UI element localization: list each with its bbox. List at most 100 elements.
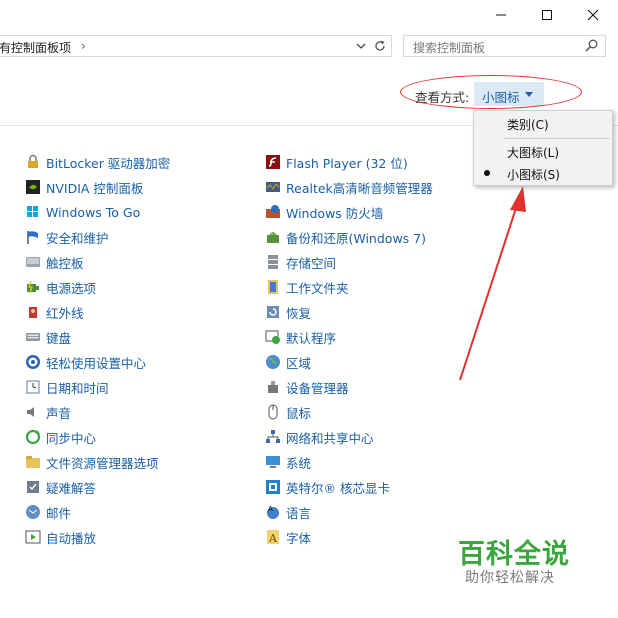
sync-icon — [25, 429, 41, 445]
search-input[interactable]: 搜索控制面板 — [413, 39, 485, 56]
control-panel-item[interactable]: 设备管理器 — [265, 377, 349, 397]
autoplay-icon — [25, 529, 41, 545]
control-panel-item-label: Realtek高清晰音频管理器 — [286, 180, 433, 196]
annotation-arrow-icon — [459, 186, 526, 381]
default-programs-icon — [265, 329, 281, 345]
close-button[interactable] — [570, 0, 616, 30]
control-panel-item[interactable]: 区域 — [265, 352, 311, 372]
control-panel-item[interactable]: 工作文件夹 — [265, 277, 349, 297]
minimize-icon — [496, 14, 506, 16]
maximize-button[interactable] — [524, 0, 570, 30]
search-icon[interactable] — [585, 39, 598, 55]
control-panel-item[interactable]: Windows To Go — [25, 202, 140, 222]
control-panel-item[interactable]: 轻松使用设置中心 — [25, 352, 146, 372]
control-panel-item-label: 存储空间 — [286, 255, 337, 271]
control-panel-item[interactable]: 红外线 — [25, 302, 84, 322]
address-path[interactable]: 有控制面板项 — [0, 39, 71, 56]
control-panel-item[interactable]: 声音 — [25, 402, 71, 422]
control-panel-item-label: 默认程序 — [286, 330, 337, 346]
bitlocker-icon — [25, 154, 41, 170]
control-panel-item[interactable]: Flash Player (32 位) — [265, 152, 408, 172]
control-panel-item-label: 日期和时间 — [46, 380, 109, 396]
mail-icon — [25, 504, 41, 520]
control-panel-item[interactable]: Realtek高清晰音频管理器 — [265, 177, 433, 197]
control-panel-item-label: 备份和还原(Windows 7) — [286, 230, 426, 246]
control-panel-item-label: 英特尔® 核芯显卡 — [286, 480, 390, 496]
network-icon — [265, 429, 281, 445]
watermark-title: 百科全说 — [458, 539, 570, 570]
control-panel-item-label: 轻松使用设置中心 — [46, 355, 147, 371]
control-panel-item[interactable]: 安全和维护 — [25, 227, 109, 247]
control-panel-item[interactable]: A 字体 — [265, 527, 311, 547]
control-panel-item-label: BitLocker 驱动器加密 — [46, 155, 171, 171]
work-folders-icon — [265, 279, 281, 295]
firewall-icon — [265, 204, 281, 220]
control-panel-item-label: 工作文件夹 — [286, 280, 349, 296]
control-panel-item[interactable]: 疑难解答 — [25, 477, 96, 497]
control-panel-item[interactable]: 文件资源管理器选项 — [25, 452, 159, 472]
control-panel-item[interactable]: BitLocker 驱动器加密 — [25, 152, 170, 172]
control-panel-item[interactable]: 存储空间 — [265, 252, 336, 272]
menu-item-category[interactable]: 类别(C) — [474, 112, 612, 134]
minimize-button[interactable] — [478, 0, 524, 30]
control-panel-item[interactable]: 鼠标 — [265, 402, 311, 422]
control-panel-item-label: Windows To Go — [46, 204, 141, 220]
control-panel-item[interactable]: 备份和还原(Windows 7) — [265, 227, 426, 247]
infrared-icon — [25, 304, 41, 320]
control-panel-item-label: 语言 — [286, 505, 312, 521]
control-panel-item-label: 疑难解答 — [46, 480, 97, 496]
language-icon: A — [265, 504, 281, 520]
control-panel-item[interactable]: 自动播放 — [25, 527, 96, 547]
control-panel-item[interactable]: 默认程序 — [265, 327, 336, 347]
svg-text:A: A — [268, 505, 273, 513]
nvidia-icon — [25, 179, 41, 195]
control-panel-item[interactable]: NVIDIA 控制面板 — [25, 177, 143, 197]
realtek-audio-icon — [265, 179, 281, 195]
view-menu: 类别(C) 大图标(L) 小图标(S) — [473, 110, 613, 186]
refresh-button[interactable] — [372, 38, 388, 54]
folder-options-icon — [25, 454, 41, 470]
control-panel-item-label: NVIDIA 控制面板 — [46, 180, 144, 196]
watermark-subtitle: 助你轻松解决 — [465, 570, 555, 586]
control-panel-item[interactable]: 触控板 — [25, 252, 84, 272]
control-panel-item[interactable]: Windows 防火墙 — [265, 202, 383, 222]
address-bar[interactable]: 有控制面板项 › — [0, 35, 392, 57]
control-panel-item[interactable]: 同步中心 — [25, 427, 96, 447]
control-panel-item[interactable]: 恢复 — [265, 302, 311, 322]
search-box[interactable]: 搜索控制面板 — [403, 35, 606, 57]
windows-to-go-icon — [25, 204, 41, 220]
control-panel-item-label: 触控板 — [46, 255, 84, 271]
control-panel-item-label: 网络和共享中心 — [286, 430, 374, 446]
address-history-button[interactable] — [353, 38, 369, 54]
control-panel-item-label: Flash Player (32 位) — [286, 155, 408, 171]
clock-icon — [25, 379, 41, 395]
ease-of-access-icon — [25, 354, 41, 370]
chevron-down-icon — [356, 43, 366, 49]
control-panel-item[interactable]: 英特尔® 核芯显卡 — [265, 477, 390, 497]
control-panel-item-label: 设备管理器 — [286, 380, 349, 396]
control-panel-item-label: 红外线 — [46, 305, 84, 321]
view-by-dropdown[interactable]: 小图标 — [474, 82, 544, 106]
menu-item-large-icons[interactable]: 大图标(L) — [474, 140, 612, 162]
control-panel-item[interactable]: 电源选项 — [25, 277, 96, 297]
control-panel-item[interactable]: 邮件 — [25, 502, 71, 522]
power-icon — [25, 279, 41, 295]
flash-icon — [265, 154, 281, 170]
control-panel-item[interactable]: 网络和共享中心 — [265, 427, 374, 447]
control-panel-item-label: 声音 — [46, 405, 72, 421]
control-panel-item-label: 同步中心 — [46, 430, 97, 446]
font-icon: A — [265, 529, 281, 545]
control-panel-item[interactable]: A 语言 — [265, 502, 311, 522]
backup-icon — [265, 229, 281, 245]
control-panel-item[interactable]: 键盘 — [25, 327, 71, 347]
breadcrumb-chevron[interactable]: › — [81, 39, 86, 53]
control-panel-item-label: 自动播放 — [46, 530, 97, 546]
view-by-label: 查看方式: — [415, 90, 470, 105]
control-panel-item[interactable]: 系统 — [265, 452, 311, 472]
control-panel-item[interactable]: 日期和时间 — [25, 377, 109, 397]
selected-radio-icon — [484, 170, 490, 176]
flag-icon — [25, 229, 41, 245]
device-manager-icon — [265, 379, 281, 395]
control-panel-item-label: 邮件 — [46, 505, 72, 521]
storage-icon — [265, 254, 281, 270]
